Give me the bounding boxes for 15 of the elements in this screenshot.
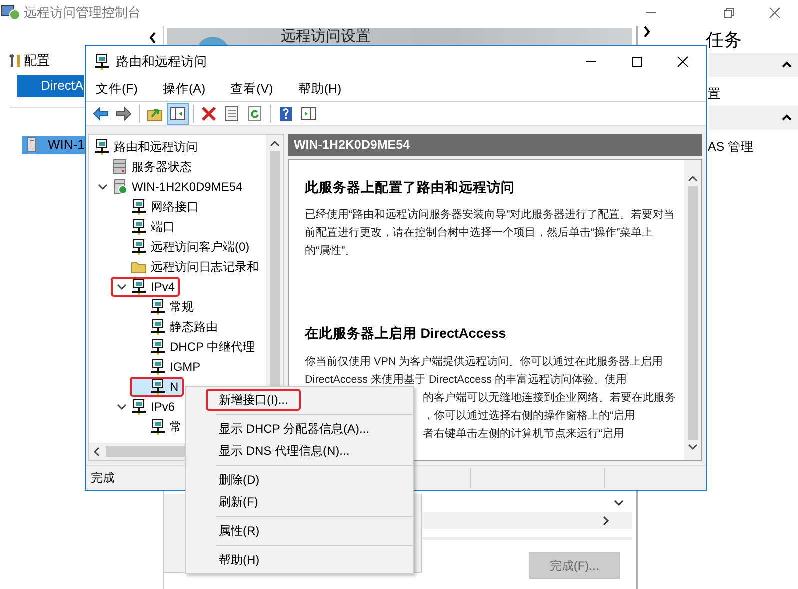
paragraph: 你当前仅使用 VPN 为客户端提供远程访问。你可以通过在此服务器上启用 [305,354,664,370]
pane-title: 任务 [706,29,743,52]
paragraph-line: ，你可以通过选择右侧的操作窗格上的“启用 [423,408,636,424]
pane-header: WIN-1H2K0D9ME54 [288,134,702,156]
banner-title: 远程访问设置 [281,29,371,45]
status-text: 完成 [91,470,115,487]
paragraph-line: 者右键单击左侧的计算机节点来运行“启用 [423,426,625,442]
window-title: 路由和远程访问 [116,53,207,72]
paragraph: 已经使用“路由和远程访问服务器安装向导”对此服务器进行了配置。若要对当前配置进行更改，请在控制台树中选择一个项目，然后单击“操作”菜单上的“属性”。 [305,208,676,260]
window-title: 远程访问管理控制台 [24,4,141,22]
nav-heading: 配置 [0,50,70,71]
section-heading: 此服务器上配置了路由和远程访问 [305,179,516,197]
paragraph-line: 的客户端可以无缝地连接到企业网络。若要在此服务 [423,390,676,406]
section-heading: 在此服务器上启用 DirectAccess [305,325,508,344]
paragraph: DirectAccess 来使用基于 DirectAccess 的丰富远程访问体验。使用 [305,372,628,388]
